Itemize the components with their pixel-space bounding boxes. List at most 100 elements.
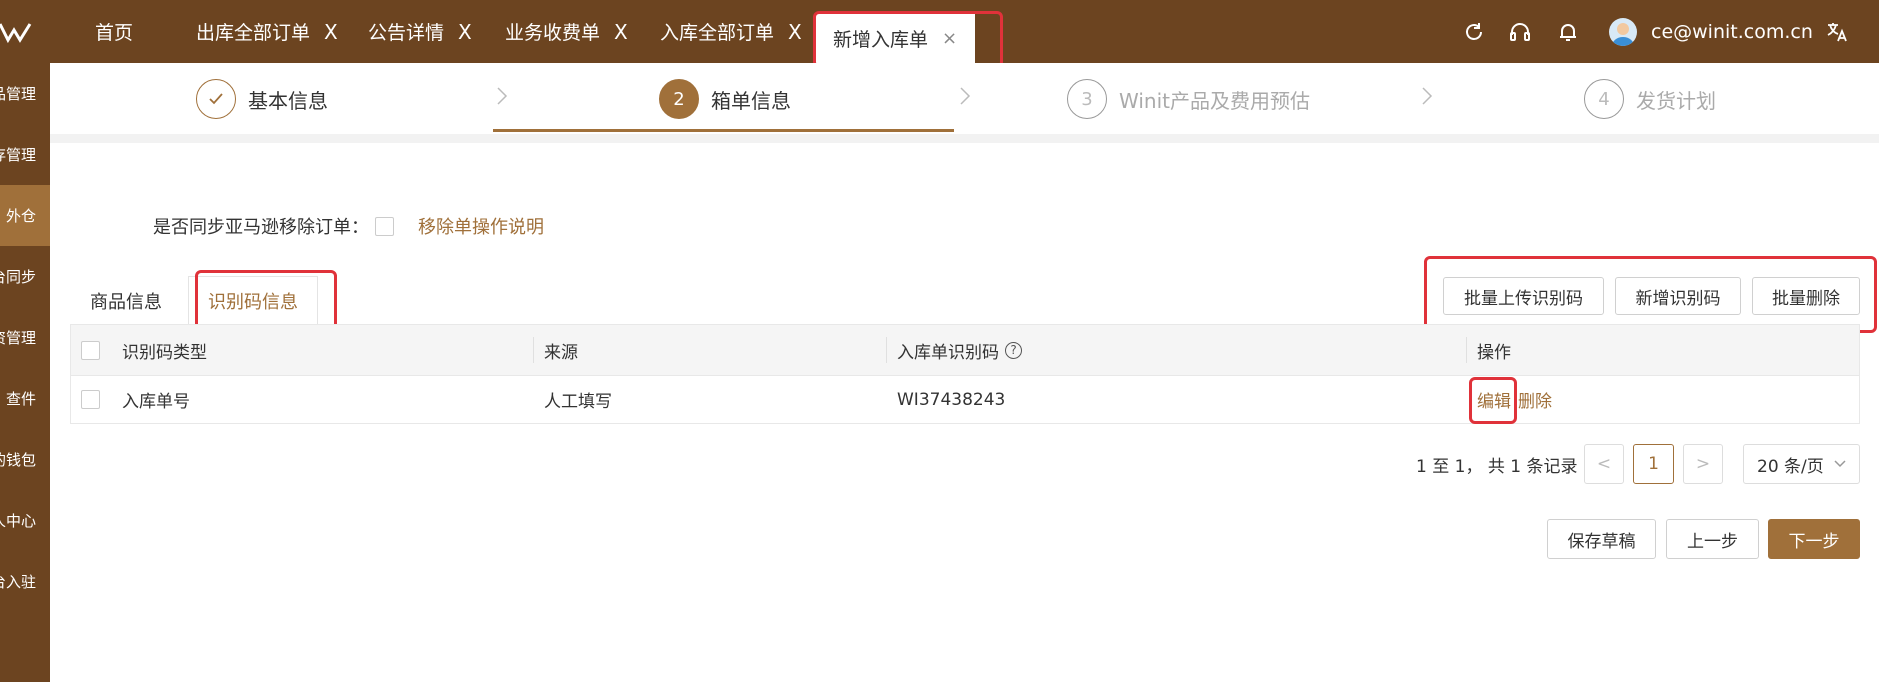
column-divider — [1466, 337, 1467, 363]
previous-step-button[interactable]: 上一步 — [1666, 519, 1759, 559]
table-header: 识别码类型 来源 入库单识别码 ? 操作 — [71, 325, 1859, 375]
sidebar-item-label: 资管理 — [0, 329, 36, 347]
step-number: 2 — [659, 79, 699, 119]
checkmark-icon — [196, 79, 236, 119]
column-header-identifier-type: 识别码类型 — [122, 342, 207, 363]
tab-label: 入库全部订单 — [660, 22, 775, 44]
step-winit-product-fees[interactable]: 3 Winit产品及费用预估 — [1067, 79, 1310, 119]
step-shipping-plan[interactable]: 4 发货计划 — [1584, 79, 1716, 119]
winit-logo-icon[interactable] — [0, 20, 36, 44]
sidebar-item-label: 台同步 — [0, 268, 36, 286]
close-icon[interactable]: X — [458, 22, 472, 42]
sidebar-item-platform-sync[interactable]: 台同步 — [0, 246, 50, 307]
delete-link[interactable]: 删除 — [1518, 387, 1552, 412]
batch-delete-button[interactable]: 批量删除 — [1752, 277, 1860, 315]
save-draft-button[interactable]: 保存草稿 — [1547, 519, 1656, 559]
sidebar-item-inventory-management[interactable]: 存管理 — [0, 124, 50, 185]
batch-upload-identifier-button[interactable]: 批量上传识别码 — [1443, 277, 1604, 315]
sidebar-item-label: 存管理 — [0, 146, 36, 164]
bell-icon[interactable] — [1556, 20, 1580, 44]
column-header-source: 来源 — [544, 342, 578, 363]
cell-source: 人工填写 — [544, 392, 612, 412]
select-all-checkbox[interactable] — [81, 340, 100, 360]
close-icon[interactable]: × — [942, 29, 957, 48]
tab-business-fees[interactable]: 业务收费单 X — [505, 0, 628, 63]
column-header-label: 入库单识别码 — [897, 342, 999, 363]
sidebar: 品管理 存管理 外仓 台同步 资管理 查件 的钱包 人中心 台入驻 — [0, 63, 50, 682]
tab-label: 识别码信息 — [208, 292, 298, 313]
sidebar-item-label: 查件 — [5, 390, 36, 408]
top-navigation-bar: 首页 出库全部订单 X 公告详情 X 业务收费单 X 入库全部订单 X 新增入库… — [0, 0, 1879, 63]
close-icon[interactable]: X — [324, 22, 338, 42]
tab-outbound-orders[interactable]: 出库全部订单 X — [196, 0, 338, 63]
step-label: 箱单信息 — [711, 88, 791, 113]
sidebar-item-overseas-warehouse[interactable]: 外仓 — [0, 185, 50, 246]
identifier-table: 识别码类型 来源 入库单识别码 ? 操作 入库单号 人工填写 WI3743824… — [70, 324, 1860, 424]
chevron-down-icon — [1834, 460, 1846, 468]
tab-product-info[interactable]: 商品信息 — [90, 276, 162, 325]
pagination-summary: 1 至 1， 共 1 条记录 — [1416, 456, 1578, 477]
sidebar-item-label: 的钱包 — [0, 451, 36, 469]
user-email: ce@winit.com.cn — [1651, 21, 1813, 43]
column-divider — [886, 337, 887, 363]
tab-new-inbound-order[interactable]: 新增入库单 × — [815, 14, 976, 63]
step-number: 3 — [1067, 79, 1107, 119]
sidebar-item-label: 人中心 — [0, 512, 36, 530]
table-row: 入库单号 人工填写 WI37438243 编辑 删除 — [71, 375, 1859, 423]
tab-label: 商品信息 — [90, 291, 162, 313]
column-header-actions: 操作 — [1477, 342, 1511, 363]
edit-link[interactable]: 编辑 — [1477, 387, 1511, 412]
sidebar-item-label: 外仓 — [5, 207, 36, 225]
headset-icon[interactable] — [1508, 20, 1532, 44]
sidebar-item-platform-onboarding[interactable]: 台入驻 — [0, 551, 50, 612]
chevron-right-icon — [1422, 87, 1433, 105]
amazon-sync-label: 是否同步亚马逊移除订单： — [153, 217, 369, 238]
chevron-right-icon — [497, 87, 508, 105]
previous-page-button[interactable]: < — [1584, 444, 1624, 484]
page-size-value: 20 条/页 — [1757, 456, 1824, 477]
chevron-right-icon — [960, 87, 971, 105]
refresh-icon[interactable] — [1462, 20, 1486, 44]
page-number-button[interactable]: 1 — [1633, 444, 1674, 484]
avatar[interactable] — [1609, 18, 1637, 46]
close-icon[interactable]: X — [614, 22, 628, 42]
step-basic-info[interactable]: 基本信息 — [196, 79, 328, 119]
sidebar-item-label: 品管理 — [0, 85, 36, 103]
tab-label: 出库全部订单 — [196, 22, 311, 44]
step-label: Winit产品及费用预估 — [1119, 88, 1310, 113]
sidebar-item-product-management[interactable]: 品管理 — [0, 63, 50, 124]
tab-label: 公告详情 — [368, 22, 445, 44]
removal-order-help-link[interactable]: 移除单操作说明 — [418, 213, 544, 239]
sidebar-item-label: 台入驻 — [0, 573, 36, 591]
column-header-inbound-identifier: 入库单识别码 ? — [897, 325, 1022, 375]
close-icon[interactable]: X — [788, 22, 802, 42]
translate-icon[interactable] — [1825, 20, 1849, 44]
add-identifier-button[interactable]: 新增识别码 — [1615, 277, 1741, 315]
step-packing-info[interactable]: 2 箱单信息 — [659, 79, 791, 119]
step-number: 4 — [1584, 79, 1624, 119]
tab-label: 新增入库单 — [833, 29, 929, 51]
question-mark-icon[interactable]: ? — [1005, 341, 1022, 359]
row-checkbox[interactable] — [81, 390, 100, 409]
tab-identifier-info[interactable]: 识别码信息 — [188, 276, 318, 325]
sidebar-item-wallet[interactable]: 的钱包 — [0, 429, 50, 490]
amazon-sync-option: 是否同步亚马逊移除订单： 移除单操作说明 — [153, 213, 544, 239]
step-label: 发货计划 — [1636, 88, 1716, 113]
step-label: 基本信息 — [248, 88, 328, 113]
sidebar-item-finance-management[interactable]: 资管理 — [0, 307, 50, 368]
amazon-sync-checkbox[interactable] — [375, 216, 394, 236]
cell-identifier-type: 入库单号 — [122, 392, 190, 412]
tab-label: 业务收费单 — [505, 22, 601, 44]
tab-announcement-detail[interactable]: 公告详情 X — [368, 0, 472, 63]
tab-inbound-orders[interactable]: 入库全部订单 X — [660, 0, 802, 63]
next-step-button[interactable]: 下一步 — [1768, 519, 1860, 559]
page-size-select[interactable]: 20 条/页 — [1743, 444, 1860, 484]
user-menu[interactable]: ce@winit.com.cn — [1609, 18, 1813, 46]
tab-home[interactable]: 首页 — [95, 0, 133, 63]
sidebar-item-track-parcel[interactable]: 查件 — [0, 368, 50, 429]
divider — [50, 134, 1879, 143]
column-divider — [533, 337, 534, 363]
next-page-button[interactable]: > — [1683, 444, 1723, 484]
cell-actions: 编辑 删除 — [1477, 376, 1552, 423]
sidebar-item-personal-center[interactable]: 人中心 — [0, 490, 50, 551]
